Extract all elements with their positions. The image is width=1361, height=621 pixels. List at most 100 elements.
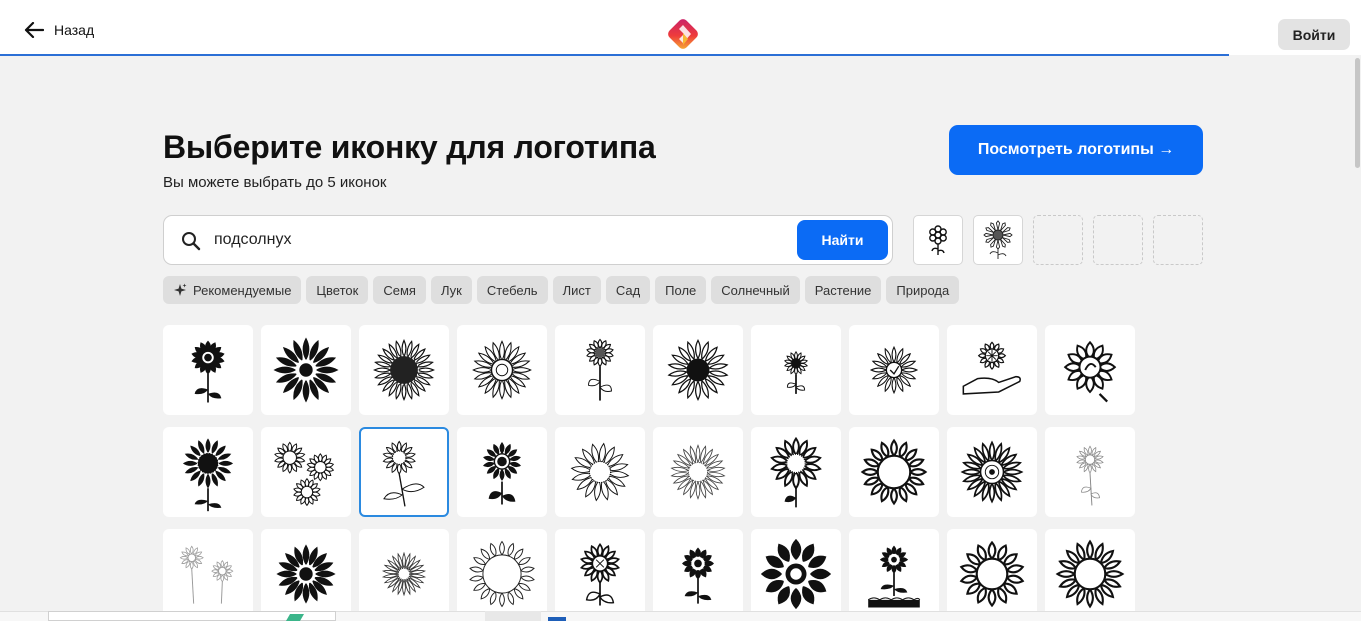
sunflower-icon: [860, 438, 928, 506]
chip-label: Солнечный: [721, 282, 790, 298]
sunflower-icon: [770, 436, 822, 508]
icon-card[interactable]: [947, 529, 1037, 611]
sunflower-icon: [381, 551, 427, 597]
sunflower-icon: [179, 545, 234, 604]
icon-card[interactable]: [751, 427, 841, 517]
sunflower-icon: [469, 540, 535, 608]
chip-nature[interactable]: Природа: [886, 276, 960, 304]
icon-card-selected[interactable]: [359, 427, 449, 517]
sunflower-icon: [181, 436, 235, 512]
sunflower-icon: [1076, 445, 1104, 506]
icon-card[interactable]: [457, 427, 547, 517]
sunflower-icon: [962, 341, 1021, 395]
search-input[interactable]: [214, 228, 774, 252]
search-box: Найти: [163, 215, 893, 265]
sunflower-icon: [760, 538, 832, 610]
sunflower-icon: [191, 340, 225, 403]
icon-card[interactable]: [751, 325, 841, 415]
icon-card[interactable]: [653, 529, 743, 611]
search-button[interactable]: Найти: [797, 220, 888, 260]
icon-card[interactable]: [947, 427, 1037, 517]
chip-field[interactable]: Поле: [655, 276, 707, 304]
chip-label: Лук: [440, 282, 462, 298]
icon-card[interactable]: [1045, 529, 1135, 611]
sunflower-icon: [579, 542, 621, 606]
icon-card[interactable]: [457, 529, 547, 611]
chip-recommended[interactable]: Рекомендуемые: [163, 276, 302, 304]
sunflower-icon: [867, 545, 921, 608]
chip-leaf[interactable]: Лист: [552, 276, 601, 304]
icon-card[interactable]: [849, 529, 939, 611]
page-title: Выберите иконку для логотипа: [163, 129, 656, 165]
chip-label: Лист: [562, 282, 591, 298]
back-button[interactable]: Назад: [24, 22, 94, 38]
sunflower-icon: [570, 442, 630, 502]
icon-card[interactable]: [457, 325, 547, 415]
icon-results-grid: [163, 325, 1143, 611]
taskbar-app-icon[interactable]: [548, 617, 566, 621]
sunflower-icon: [869, 345, 919, 395]
flower-icon: [929, 225, 947, 255]
header-progress-rule: [0, 54, 1229, 56]
icon-card[interactable]: [261, 529, 351, 611]
chip-label: Растение: [814, 282, 872, 298]
sunflower-sketch-icon: [983, 220, 1013, 259]
icon-card[interactable]: [555, 325, 645, 415]
sunflower-icon: [670, 444, 726, 500]
chip-onion[interactable]: Лук: [430, 276, 472, 304]
sunflower-icon: [276, 544, 336, 604]
chip-sunny[interactable]: Солнечный: [711, 276, 800, 304]
scrollbar-thumb[interactable]: [1355, 58, 1360, 168]
sunflower-icon: [586, 338, 614, 401]
sunflower-icon: [382, 440, 425, 507]
icon-card[interactable]: [163, 325, 253, 415]
arrow-left-icon: [24, 22, 44, 38]
sunflower-icon: [273, 337, 339, 403]
sunflower-icon: [682, 547, 714, 604]
taskbar-app-icon[interactable]: [485, 611, 541, 621]
icon-card[interactable]: [261, 427, 351, 517]
back-label: Назад: [54, 22, 95, 38]
icon-card[interactable]: [653, 427, 743, 517]
view-logos-button[interactable]: Посмотреть логотипы →: [949, 125, 1203, 175]
sparkle-icon: [174, 283, 187, 296]
site-header: Назад Войти: [0, 5, 1361, 55]
selected-icon-slot[interactable]: [973, 215, 1023, 265]
sunflower-icon: [373, 339, 435, 401]
sunflower-icon: [784, 351, 808, 394]
icon-card[interactable]: [261, 325, 351, 415]
sunflower-icon: [472, 340, 532, 400]
icon-card[interactable]: [359, 325, 449, 415]
login-button[interactable]: Войти: [1278, 19, 1350, 50]
empty-icon-slot[interactable]: [1033, 215, 1083, 265]
chip-plant[interactable]: Растение: [804, 276, 882, 304]
icon-card[interactable]: [947, 325, 1037, 415]
icon-card[interactable]: [1045, 325, 1135, 415]
empty-icon-slot[interactable]: [1153, 215, 1203, 265]
sunflower-icon: [481, 440, 523, 505]
icon-card[interactable]: [163, 529, 253, 611]
icon-card[interactable]: [555, 529, 645, 611]
view-logos-label: Посмотреть логотипы →: [977, 141, 1175, 158]
selected-icon-slot[interactable]: [913, 215, 963, 265]
icon-card[interactable]: [1045, 427, 1135, 517]
search-icon: [182, 232, 201, 251]
chip-stem[interactable]: Стебель: [476, 276, 548, 304]
brand-logo[interactable]: [662, 13, 704, 55]
icon-card[interactable]: [555, 427, 645, 517]
chip-seed[interactable]: Семя: [373, 276, 426, 304]
icon-card[interactable]: [849, 325, 939, 415]
sunflower-icon: [960, 440, 1024, 504]
icon-card[interactable]: [163, 427, 253, 517]
icon-card[interactable]: [751, 529, 841, 611]
chip-garden[interactable]: Сад: [605, 276, 651, 304]
chip-label: Поле: [665, 282, 697, 298]
empty-icon-slot[interactable]: [1093, 215, 1143, 265]
chip-label: Семя: [383, 282, 416, 298]
chip-label: Природа: [896, 282, 950, 298]
icon-card[interactable]: [359, 529, 449, 611]
icon-card[interactable]: [653, 325, 743, 415]
icon-card[interactable]: [849, 427, 939, 517]
chip-flower[interactable]: Цветок: [306, 276, 369, 304]
sunflower-icon: [959, 540, 1025, 608]
